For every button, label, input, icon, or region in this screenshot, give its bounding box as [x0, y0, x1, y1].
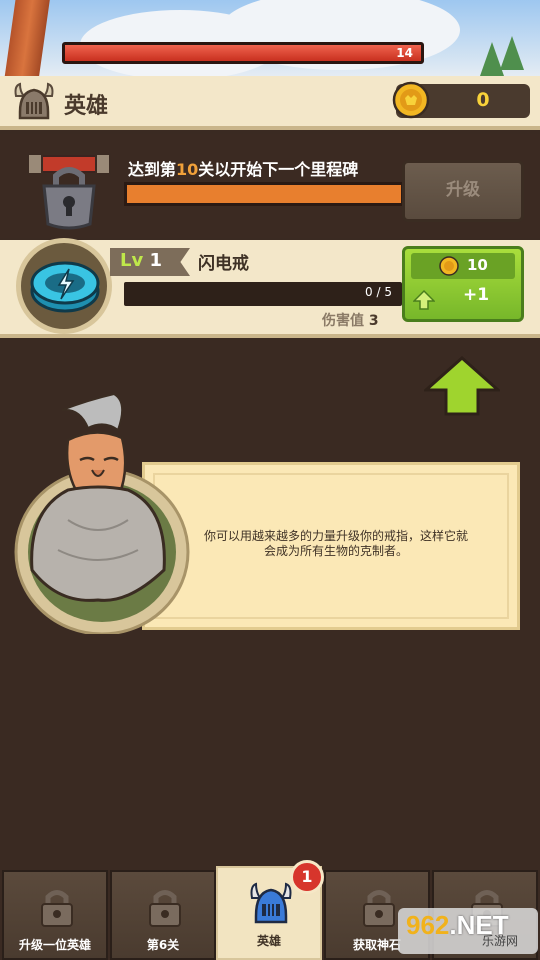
watermark: 962.NET 乐游网 [398, 908, 538, 954]
viking-helmet-icon [250, 882, 292, 924]
tab-heroes[interactable]: 英雄 1 [216, 860, 324, 960]
damage-value: 3 [368, 313, 379, 329]
tab-label: 英雄 [256, 934, 281, 948]
coin-value: 0 [476, 89, 490, 111]
item-panel: Lv 1 闪电戒 0 / 5 伤害值 3 10 +1 [0, 238, 540, 338]
milestone-panel: 达到第10关以开始下一个里程碑 升级 [0, 134, 540, 238]
milestone-upgrade-button[interactable]: 升级 [402, 160, 524, 222]
milestone-text-suffix: 关以开始下一个里程碑 [198, 160, 359, 179]
tutorial-dialog[interactable]: 你可以用越来越多的力量升级你的戒指，这样它就会成为所有生物的克制者。 [142, 462, 520, 630]
level-value: 1 [149, 250, 163, 271]
buy-upgrade-button[interactable]: 10 +1 [402, 246, 524, 322]
wizard-portrait [30, 392, 166, 602]
tree-trunk [3, 0, 51, 80]
boss-hp-value: 14 [396, 46, 413, 60]
damage-label: 伤害值 [322, 313, 364, 329]
page-header: 英雄 0 [0, 76, 540, 130]
buy-gain-value: +1 [463, 285, 490, 305]
item-icon-frame[interactable] [16, 238, 112, 334]
watermark-number: 962 [406, 910, 450, 940]
item-progress-bar: 0 / 5 [124, 282, 402, 306]
milestone-description: 达到第10关以开始下一个里程碑 [128, 156, 358, 180]
milestone-level: 10 [176, 160, 199, 179]
tab-label: 升级一位英雄 [18, 938, 91, 952]
lock-icon [41, 890, 73, 927]
notification-badge: 1 [290, 860, 324, 894]
gold-coin-icon [439, 256, 459, 276]
pine-tree [500, 36, 524, 70]
tab-level-6[interactable]: 第6关 [110, 870, 216, 960]
watermark-sub: 乐游网 [482, 934, 519, 948]
gold-coin-icon [392, 81, 430, 119]
dialog-text: 你可以用越来越多的力量升级你的戒指，这样它就会成为所有生物的克制者。 [203, 529, 468, 558]
tab-label: 第6关 [146, 938, 180, 952]
item-progress-text: 0 / 5 [365, 285, 392, 299]
item-level: Lv 1 [120, 250, 162, 271]
boss-hp-bar: 14 [62, 42, 424, 64]
lock-icon [363, 890, 395, 927]
arrow-up-icon[interactable] [424, 356, 500, 418]
item-name: 闪电戒 [198, 254, 249, 274]
lock-icon [27, 153, 111, 230]
sky-background [0, 0, 540, 80]
page-title: 英雄 [64, 94, 109, 119]
boss-hp-fill [65, 45, 421, 61]
milestone-text-prefix: 达到第 [128, 160, 177, 179]
arrow-up-icon [413, 289, 435, 310]
lightning-ring-icon [30, 261, 100, 313]
coin-counter: 0 [392, 81, 530, 119]
item-damage: 伤害值 3 [322, 310, 379, 330]
level-prefix: Lv [120, 250, 144, 271]
buy-cost: 10 [411, 253, 515, 279]
milestone-progress-bar [124, 182, 404, 206]
lock-icon [149, 890, 181, 927]
main-area: 你可以用越来越多的力量升级你的戒指，这样它就会成为所有生物的克制者。 [0, 342, 540, 868]
tab-upgrade-hero[interactable]: 升级一位英雄 [2, 870, 108, 960]
viking-helmet-icon [14, 82, 54, 120]
buy-cost-value: 10 [467, 256, 488, 274]
